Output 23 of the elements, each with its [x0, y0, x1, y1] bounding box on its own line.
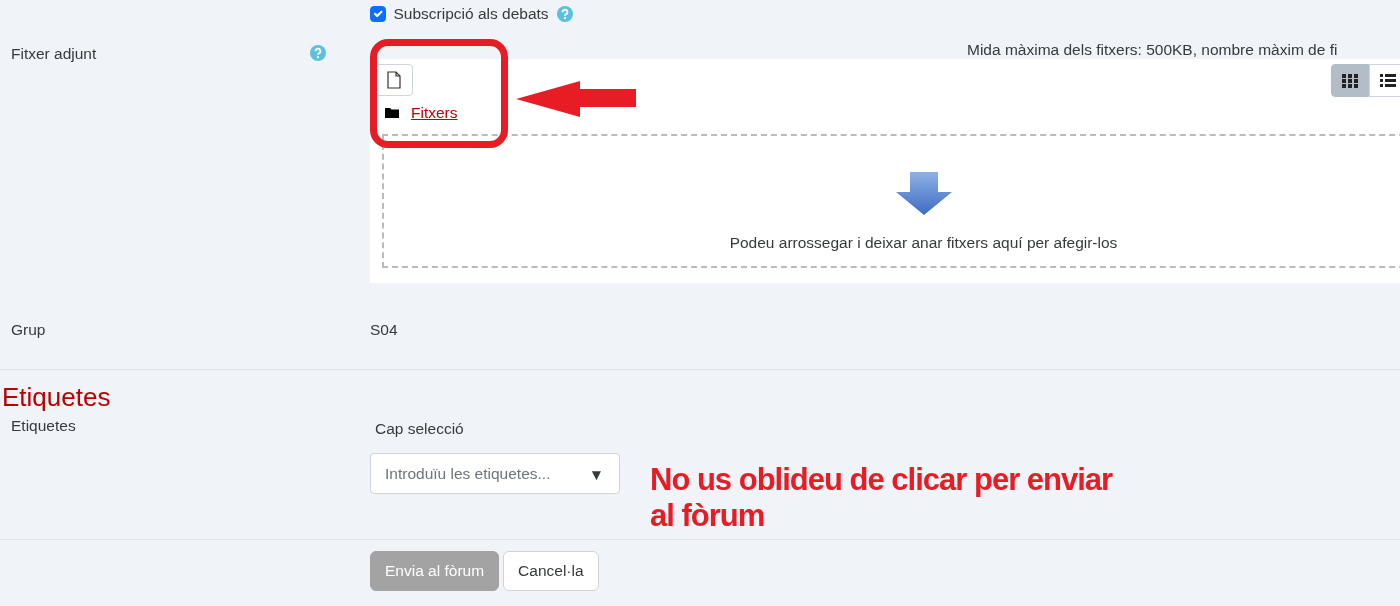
- list-icon: [1380, 73, 1396, 88]
- checkbox-label: Subscripció als debats: [393, 4, 549, 25]
- checkbox[interactable]: [370, 6, 386, 22]
- file-icon: [387, 71, 401, 89]
- section-heading: Etiquetes: [2, 382, 111, 412]
- grid-view-button[interactable]: [1331, 64, 1369, 97]
- download-arrow-icon: [895, 172, 952, 215]
- dropdown-arrow[interactable]: ▼: [588, 463, 604, 487]
- folder-link[interactable]: Fitxers: [411, 101, 458, 125]
- annotation-text: No us oblideu de clicar per enviar al fòrum: [650, 462, 1114, 534]
- list-view-button[interactable]: [1369, 64, 1400, 97]
- folder-icon: [385, 107, 399, 119]
- field-label: Etiquetes: [11, 417, 76, 434]
- group-value: S04: [370, 321, 398, 338]
- field-label: Fitxer adjunt: [11, 45, 97, 62]
- field-label: Grup: [11, 321, 46, 338]
- drop-hint: Podeu arrossegar i deixar anar fitxers aquí per afegir-los: [729, 233, 1118, 253]
- limits-text: Mida màxima dels fitxers: 500KB, nombre màxim de fi: [967, 41, 1338, 58]
- arrow-icon: [516, 81, 636, 118]
- cancel-button[interactable]: Cancel·la: [503, 551, 599, 591]
- add-file-button[interactable]: [375, 64, 413, 96]
- selection-text: Cap selecció: [375, 420, 464, 437]
- grid-icon: [1342, 73, 1358, 88]
